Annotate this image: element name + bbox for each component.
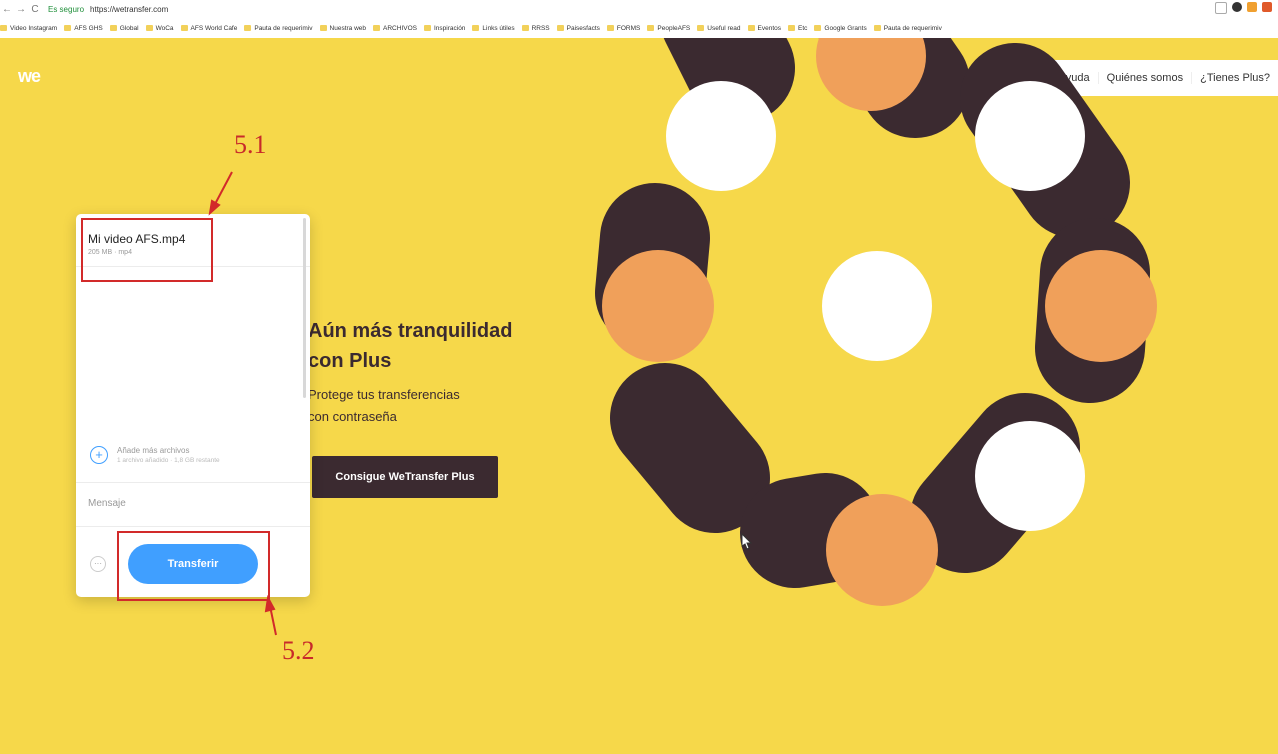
callout-arrows: [208, 171, 277, 636]
bookmark-label: FORMS: [616, 24, 641, 32]
bookmark-item[interactable]: ARCHIVOS: [373, 25, 417, 32]
bookmark-label: Inspiración: [433, 24, 466, 32]
bookmark-label: RRSS: [531, 24, 550, 32]
bookmark-label: Video Instagram: [10, 24, 58, 32]
bookmark-label: Useful read: [707, 24, 741, 32]
folder-icon: [145, 25, 153, 31]
bookmark-label: Pauta de requerimiv: [883, 24, 942, 32]
bookmark-label: AFS World Cafe: [190, 24, 238, 32]
bookmark-item[interactable]: Nuestra web: [319, 24, 367, 32]
folder-icon: [556, 25, 564, 31]
bookmark-item[interactable]: Etc: [788, 25, 807, 32]
folder-icon: [647, 25, 655, 31]
bookmark-item[interactable]: Pauta de requerimiv: [873, 24, 942, 32]
folder-icon: [109, 25, 117, 31]
folder-icon: [873, 25, 881, 31]
secure-indicator[interactable]: Es seguro: [48, 5, 84, 14]
bookmark-label: WoCa: [155, 24, 174, 32]
bookmark-item[interactable]: Global: [109, 24, 139, 32]
folder-icon: [373, 25, 381, 31]
bookmark-item[interactable]: PeopleAFS: [647, 25, 690, 32]
folder-icon: [244, 25, 252, 31]
bookmark-label: Google Grants: [824, 24, 867, 32]
bookmark-label: PeopleAFS: [657, 24, 691, 32]
folder-icon: [472, 25, 480, 31]
arrow-line-1: [213, 171, 233, 207]
bookmark-item[interactable]: Inspiración: [423, 24, 466, 32]
bookmark-item[interactable]: AFS GHS: [64, 25, 103, 32]
folder-icon: [64, 25, 72, 31]
bookmark-label: AFS GHS: [74, 24, 103, 32]
folder-icon: [319, 25, 327, 31]
bookmark-item[interactable]: RRSS: [521, 24, 550, 32]
bookmark-label: Paisesfacts: [566, 24, 600, 32]
bookmark-item[interactable]: Eventos: [747, 24, 782, 32]
folder-icon: [521, 25, 529, 31]
bookmark-item[interactable]: Pauta de requerimiv: [244, 24, 313, 32]
folder-icon: [747, 25, 755, 31]
folder-icon: [180, 25, 188, 31]
bookmark-label: ARCHIVOS: [383, 24, 417, 32]
extension-icon[interactable]: [1262, 2, 1272, 12]
arrow-head-1: [208, 199, 221, 216]
callout-label-5-2: 5.2: [282, 636, 315, 665]
extension-icons: [1215, 2, 1272, 14]
browser-chrome: ← → C Es seguro https://wetransfer.com V…: [0, 0, 1278, 39]
folder-icon: [788, 25, 796, 31]
bookmark-item[interactable]: AFS World Cafe: [180, 24, 238, 32]
bookmark-item[interactable]: Links útiles: [472, 24, 515, 32]
folder-icon: [606, 25, 614, 31]
bookmark-label: Nuestra web: [329, 24, 367, 32]
bookmark-item[interactable]: WoCa: [145, 24, 174, 32]
extension-icon[interactable]: [1232, 2, 1242, 12]
reload-button[interactable]: C: [28, 4, 42, 15]
url-field[interactable]: https://wetransfer.com: [90, 5, 168, 14]
arrow-head-2: [264, 594, 276, 613]
bookmark-label: Links útiles: [482, 24, 515, 32]
bookmark-label: Pauta de requerimiv: [254, 24, 313, 32]
bookmark-label: Etc: [798, 24, 808, 32]
bookmark-item[interactable]: Paisesfacts: [556, 24, 600, 32]
folder-icon: [814, 25, 822, 31]
bookmark-label: Global: [119, 24, 139, 32]
bookmark-item[interactable]: Video Instagram: [0, 25, 57, 32]
bookmark-item[interactable]: Useful read: [697, 24, 741, 32]
bookmarks-bar: Video Instagram AFS GHS Global WoCa AFS Worl…: [0, 20, 1278, 36]
bookmark-label: Eventos: [757, 24, 782, 32]
callout-label-5-1: 5.1: [234, 130, 267, 159]
star-icon[interactable]: [1215, 2, 1227, 14]
folder-icon: [423, 25, 431, 31]
bookmark-item[interactable]: Google Grants: [814, 24, 867, 32]
wetransfer-page: we Ayuda Quiénes somos ¿Tienes Plus? Aún…: [0, 38, 1278, 754]
back-button[interactable]: ←: [0, 4, 14, 15]
folder-icon: [0, 25, 7, 31]
forward-button[interactable]: →: [14, 4, 28, 15]
bookmark-item[interactable]: FORMS: [606, 24, 641, 32]
folder-icon: [697, 25, 705, 31]
extension-icon[interactable]: [1247, 2, 1257, 12]
address-bar: ← → C Es seguro https://wetransfer.com: [0, 0, 1278, 18]
